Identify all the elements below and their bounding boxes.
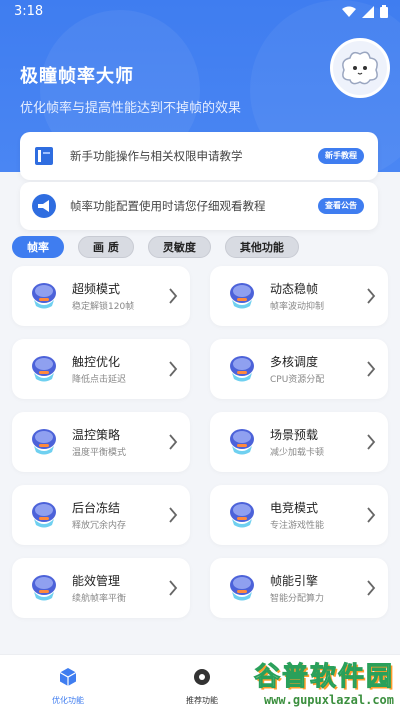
feature-subtitle: 专注游戏性能 xyxy=(270,521,325,531)
chevron-right-icon xyxy=(367,434,376,450)
notice-text: 帧率功能配置使用时请您仔细观看教程 xyxy=(70,199,266,213)
feature-subtitle: 稳定解锁120帧 xyxy=(72,302,135,312)
feature-card[interactable]: 后台冻结释放冗余内存 xyxy=(12,485,190,545)
feature-subtitle: 帧率波动抑制 xyxy=(270,302,325,312)
page-subtitle: 优化帧率与提高性能达到不掉帧的效果 xyxy=(20,101,242,116)
watermark-url: www.gupuxlazal.com xyxy=(263,693,394,707)
feature-card[interactable]: 帧能引擎智能分配算力 xyxy=(210,558,388,618)
feature-icon xyxy=(230,575,254,601)
feature-card[interactable]: 能效管理续航帧率平衡 xyxy=(12,558,190,618)
feature-card[interactable]: 多核调度 CPU资源分配 xyxy=(210,339,388,399)
nav-label: 优化功能 xyxy=(52,696,84,705)
nav-optimize[interactable]: 优化功能 xyxy=(48,667,88,706)
announcement-button[interactable]: 查看公告 xyxy=(318,198,364,214)
feature-card[interactable]: 超频模式稳定解锁120帧 xyxy=(12,266,190,326)
feature-title: 温控策略 xyxy=(72,428,121,442)
notice-tutorial[interactable]: 新手功能操作与相关权限申请教学 新手教程 xyxy=(20,132,378,180)
chevron-right-icon xyxy=(367,507,376,523)
tab-quality[interactable]: 画 质 xyxy=(78,236,134,258)
feature-card[interactable]: 动态稳帧帧率波动抑制 xyxy=(210,266,388,326)
feature-title: 帧能引擎 xyxy=(270,574,319,588)
avatar[interactable] xyxy=(330,38,390,98)
battery-icon xyxy=(380,5,388,18)
feature-subtitle: 续航帧率平衡 xyxy=(72,594,127,604)
signal-icon xyxy=(362,5,374,18)
wifi-icon xyxy=(342,6,356,17)
status-bar: 3:18 xyxy=(0,0,400,24)
feature-title: 超频模式 xyxy=(72,282,121,296)
feature-subtitle: 温度平衡模式 xyxy=(72,448,127,458)
chevron-right-icon xyxy=(367,288,376,304)
feature-icon xyxy=(32,429,56,455)
feature-title: 多核调度 xyxy=(270,355,319,369)
chevron-right-icon xyxy=(169,288,178,304)
feature-title: 触控优化 xyxy=(72,355,121,369)
feature-icon xyxy=(230,356,254,382)
feature-subtitle: CPU资源分配 xyxy=(270,375,325,385)
nav-label: 推荐功能 xyxy=(186,696,218,705)
feature-icon xyxy=(32,356,56,382)
feature-icon xyxy=(230,283,254,309)
feature-title: 电竞模式 xyxy=(270,501,319,515)
feature-icon xyxy=(32,283,56,309)
category-tabs: 帧率 画 质 灵敏度 其他功能 xyxy=(12,236,299,258)
feature-title: 动态稳帧 xyxy=(270,282,319,296)
feature-subtitle: 降低点击延迟 xyxy=(72,375,127,385)
chevron-right-icon xyxy=(169,507,178,523)
feature-subtitle: 智能分配算力 xyxy=(270,594,325,604)
tab-framerate[interactable]: 帧率 xyxy=(12,236,64,258)
nav-recommend[interactable]: 推荐功能 xyxy=(180,667,224,706)
feature-icon xyxy=(32,502,56,528)
feature-icon xyxy=(230,429,254,455)
chevron-right-icon xyxy=(367,580,376,596)
feature-subtitle: 释放冗余内存 xyxy=(72,521,127,531)
watermark: 谷普软件园 www.gupuxlazal.com xyxy=(220,656,400,712)
book-icon xyxy=(35,147,53,165)
feature-title: 能效管理 xyxy=(72,574,121,588)
chevron-right-icon xyxy=(367,361,376,377)
feature-card[interactable]: 触控优化降低点击延迟 xyxy=(12,339,190,399)
notice-announcement[interactable]: 帧率功能配置使用时请您仔细观看教程 查看公告 xyxy=(20,182,378,230)
feature-icon xyxy=(230,502,254,528)
feature-title: 场景预载 xyxy=(270,428,319,442)
feature-card[interactable]: 温控策略温度平衡模式 xyxy=(12,412,190,472)
tab-sensitivity[interactable]: 灵敏度 xyxy=(147,236,211,258)
tutorial-button[interactable]: 新手教程 xyxy=(318,148,364,164)
tab-other[interactable]: 其他功能 xyxy=(224,236,299,258)
chevron-right-icon xyxy=(169,434,178,450)
notice-text: 新手功能操作与相关权限申请教学 xyxy=(70,149,243,163)
feature-icon xyxy=(32,575,56,601)
feature-card[interactable]: 场景预载减少加载卡顿 xyxy=(210,412,388,472)
feature-title: 后台冻结 xyxy=(72,501,121,515)
feature-card[interactable]: 电竞模式专注游戏性能 xyxy=(210,485,388,545)
watermark-brand: 谷普软件园 xyxy=(253,662,394,693)
page-title: 极瞳帧率大师 xyxy=(20,66,134,87)
cube-icon xyxy=(59,668,77,686)
megaphone-icon xyxy=(32,194,56,218)
mascot-icon xyxy=(342,51,378,85)
chevron-right-icon xyxy=(169,580,178,596)
gear-icon xyxy=(194,669,210,685)
status-time: 3:18 xyxy=(14,4,44,19)
chevron-right-icon xyxy=(169,361,178,377)
feature-subtitle: 减少加载卡顿 xyxy=(270,448,325,458)
